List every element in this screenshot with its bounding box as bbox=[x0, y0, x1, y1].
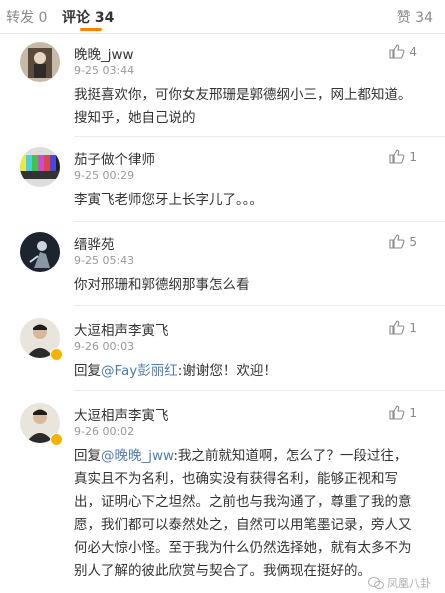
reply-body: :谢谢您！欢迎！ bbox=[177, 363, 277, 379]
verified-badge-icon bbox=[50, 348, 63, 361]
comment-text: 我挺喜欢你，可你女友邢珊是郭德纲小三，网上都知道。搜知乎，她自己说的 bbox=[74, 87, 412, 126]
mention-link[interactable]: @晚晚_jww bbox=[101, 448, 173, 464]
comment-username[interactable]: 大逗相声李寅飞 bbox=[74, 404, 169, 424]
comment-text: 李寅飞老师您牙上长字儿了。。。 bbox=[74, 192, 263, 208]
active-tab-indicator bbox=[80, 28, 102, 31]
watermark-text: 凤凰八卦 bbox=[387, 577, 431, 590]
comment-tabs-bar: 转发 0 评论 34 赞 34 bbox=[0, 0, 445, 34]
thumbs-up-icon bbox=[389, 320, 405, 335]
reply-prefix: 回复 bbox=[74, 363, 101, 379]
tab-repost[interactable]: 转发 0 bbox=[6, 7, 47, 27]
comment-username[interactable]: 缙骅苑 bbox=[74, 233, 115, 253]
tab-comment[interactable]: 评论 34 bbox=[62, 7, 114, 27]
avatar[interactable] bbox=[20, 42, 60, 82]
like-button[interactable]: 4 bbox=[389, 44, 417, 59]
reply-body: :我之前就知道啊，怎么了？一段过往，真实且不为名利，也确实没有获得名利，能够正视… bbox=[74, 448, 412, 579]
like-count: 1 bbox=[409, 320, 417, 335]
thumbs-up-icon bbox=[389, 149, 405, 164]
comment-item: 晚晚_jww 9-25 03:44 4 我挺喜欢你，可你女友邢珊是郭德纲小三，网… bbox=[0, 38, 445, 126]
tab-like[interactable]: 赞 34 bbox=[397, 7, 433, 27]
avatar[interactable] bbox=[20, 232, 60, 272]
verified-badge-icon bbox=[50, 433, 63, 446]
reply-prefix: 回复 bbox=[74, 448, 101, 464]
comment-timestamp: 9-26 00:03 bbox=[74, 340, 135, 353]
comment-username[interactable]: 晚晚_jww bbox=[74, 43, 134, 63]
comment-item: 大逗相声李寅飞 9-26 00:02 1 回复@晚晚_jww:我之前就知道啊，怎… bbox=[0, 399, 445, 593]
comment-text: 回复@Fay彭丽红:谢谢您！欢迎！ bbox=[74, 360, 419, 383]
comment-timestamp: 9-25 05:43 bbox=[74, 254, 135, 267]
like-button[interactable]: 1 bbox=[389, 405, 417, 420]
comment-username[interactable]: 茄子做个律师 bbox=[74, 148, 155, 168]
comment-username[interactable]: 大逗相声李寅飞 bbox=[74, 319, 169, 339]
thumbs-up-icon bbox=[389, 234, 405, 249]
watermark: 凤凰八卦 bbox=[368, 575, 431, 591]
like-button[interactable]: 1 bbox=[389, 320, 417, 335]
mention-link[interactable]: @Fay彭丽红 bbox=[101, 363, 178, 379]
like-button[interactable]: 5 bbox=[389, 234, 417, 249]
comment-text: 你对邢珊和郭德纲那事怎么看 bbox=[74, 277, 250, 293]
like-count: 1 bbox=[409, 149, 417, 164]
like-count: 4 bbox=[409, 44, 417, 59]
comment-timestamp: 9-25 03:44 bbox=[74, 64, 135, 77]
comment-divider bbox=[74, 305, 445, 306]
tabs-divider bbox=[0, 33, 445, 34]
thumbs-up-icon bbox=[389, 44, 405, 59]
comment-text: 回复@晚晚_jww:我之前就知道啊，怎么了？一段过往，真实且不为名利，也确实没有… bbox=[74, 445, 419, 583]
comment-divider bbox=[74, 390, 445, 391]
comment-timestamp: 9-25 00:29 bbox=[74, 169, 135, 182]
comment-item: 茄子做个律师 9-25 00:29 1 李寅飞老师您牙上长字儿了。。。 bbox=[0, 143, 445, 213]
comment-divider bbox=[74, 221, 445, 222]
comment-item: 缙骅苑 9-25 05:43 5 你对邢珊和郭德纲那事怎么看 bbox=[0, 228, 445, 298]
like-count: 5 bbox=[409, 234, 417, 249]
comment-timestamp: 9-26 00:02 bbox=[74, 425, 135, 438]
thumbs-up-icon bbox=[389, 405, 405, 420]
like-button[interactable]: 1 bbox=[389, 149, 417, 164]
wechat-icon bbox=[368, 577, 384, 590]
avatar[interactable] bbox=[20, 147, 60, 187]
comment-divider bbox=[74, 136, 445, 137]
comment-item: 大逗相声李寅飞 9-26 00:03 1 回复@Fay彭丽红:谢谢您！欢迎！ bbox=[0, 314, 445, 386]
like-count: 1 bbox=[409, 405, 417, 420]
